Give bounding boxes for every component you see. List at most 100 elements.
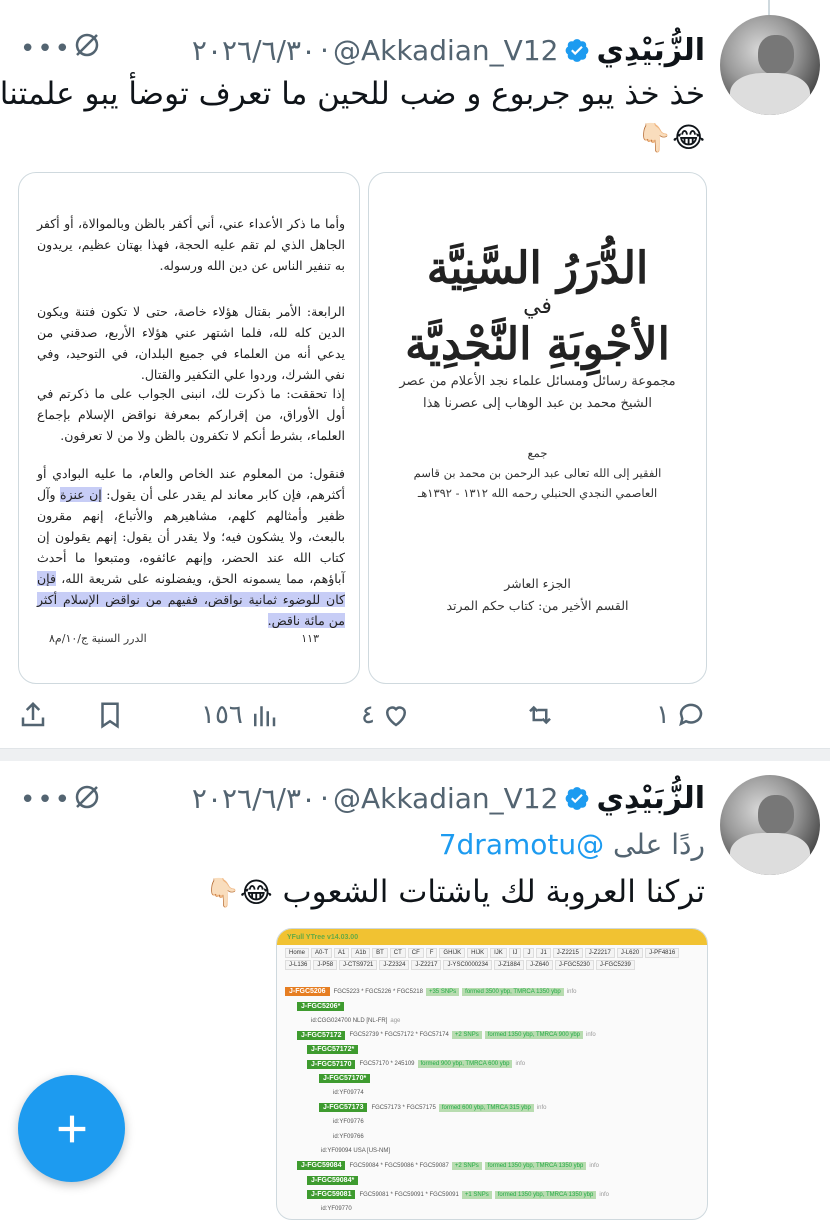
- ytree-row[interactable]: J-FGC57173 FGC57173 * FGC57175 formed 600 …: [319, 1101, 546, 1114]
- page-number: ١١٣: [301, 632, 319, 645]
- ytree-nav-item[interactable]: BT: [372, 948, 388, 958]
- user-handle[interactable]: @Akkadian_V12: [333, 782, 559, 815]
- ytree-node[interactable]: J-FGC57170: [307, 1059, 356, 1069]
- ytree-nav-item[interactable]: CT: [389, 948, 406, 958]
- ytree-row[interactable]: J-FGC5206*: [297, 1000, 345, 1013]
- compose-button[interactable]: [18, 1075, 125, 1182]
- ytree-snps: FGC59081 * FGC59091 * FGC59091: [359, 1191, 459, 1198]
- ytree-row[interactable]: id:YF09094 USA [US-NM]: [317, 1145, 390, 1158]
- ytree-node[interactable]: J-FGC57172*: [307, 1045, 359, 1054]
- ytree-row[interactable]: id:CGG024700 NLD [NL-FR] age: [307, 1014, 400, 1027]
- ytree-node[interactable]: J-FGC59081: [307, 1190, 356, 1199]
- ytree-info-link[interactable]: info: [589, 1163, 599, 1169]
- reply-icon: [679, 703, 703, 727]
- bookmark-icon: [101, 702, 119, 729]
- ytree-row[interactable]: id:YF09766: [329, 1130, 364, 1143]
- bookmark-button[interactable]: [95, 700, 125, 730]
- ytree-info-link[interactable]: info: [515, 1061, 525, 1067]
- ytree-nav-item[interactable]: J-Z640: [526, 960, 553, 970]
- share-button[interactable]: [18, 700, 48, 730]
- ytree-nav-item[interactable]: J-CTS9721: [339, 960, 378, 970]
- ytree-nav-item[interactable]: J-P58: [313, 960, 338, 970]
- ytree-info-link[interactable]: info: [599, 1192, 609, 1198]
- retweet-button[interactable]: [525, 700, 555, 730]
- ytree-info-link[interactable]: info: [567, 989, 577, 995]
- ytree-row[interactable]: J-FGC57172 FGC52739 * FGC57172 * FGC57174…: [297, 1029, 596, 1042]
- media-ytree-screenshot[interactable]: YFull YTree v14.03.00 Home A0-T A1 A1b BT CT C…: [276, 928, 708, 1220]
- ytree-row[interactable]: J-FGC59081 FGC59081 * FGC59091 * FGC59091…: [307, 1188, 609, 1201]
- ytree-nav-item[interactable]: CF: [407, 948, 424, 958]
- ytree-row[interactable]: J-FGC57172*: [307, 1043, 359, 1056]
- reply-button[interactable]: ١: [650, 700, 706, 730]
- ytree-node[interactable]: J-FGC59084: [297, 1161, 346, 1170]
- views-button[interactable]: ١٥٦: [195, 700, 279, 730]
- ytree-node[interactable]: J-FGC5206: [285, 987, 330, 996]
- ytree-row[interactable]: J-FGC59084 FGC59084 * FGC59086 * FGC59087…: [297, 1159, 599, 1172]
- ytree-nav-item[interactable]: J-Z2324: [379, 960, 410, 970]
- ytree-nav-item[interactable]: J1: [536, 948, 551, 958]
- ytree-nav-item[interactable]: J-Z1884: [494, 960, 525, 970]
- share-icon: [21, 701, 45, 727]
- mute-icon[interactable]: [72, 782, 102, 812]
- ytree-row[interactable]: J-FGC59084*: [307, 1174, 359, 1187]
- ytree-nav-item[interactable]: A1: [334, 948, 350, 958]
- ytree-nav-item[interactable]: Home: [285, 948, 310, 958]
- ytree-nav-item[interactable]: J: [523, 948, 535, 958]
- ytree-formed: formed 1350 ybp, TMRCA 900 ybp: [484, 1031, 583, 1039]
- ytree-snps: id:YF09766: [333, 1133, 364, 1140]
- ytree-row[interactable]: J-FGC57170*: [319, 1072, 371, 1085]
- tweet-2[interactable]: ٢٠٢٦/٦/٣٠ · @Akkadian_V12 الزُّبَيْدِي •…: [0, 0, 830, 1220]
- more-icon[interactable]: •••: [20, 785, 72, 815]
- ytree-node[interactable]: J-FGC5206*: [297, 1001, 345, 1011]
- tweet-actions: ١٥٦ ٤ ١: [0, 700, 830, 740]
- highlight-1: إن عنزة: [60, 487, 102, 502]
- like-button[interactable]: ٤: [355, 700, 411, 730]
- ytree-row[interactable]: J-FGC5206 FGC5223 * FGC5226 * FGC5218 +35 …: [285, 985, 576, 998]
- tweet-text-content: تركنا العروبة لك ياشتات الشعوب: [282, 874, 705, 910]
- tweet-emojis: 😂👇🏻: [205, 876, 273, 909]
- ytree-snps: id:CGG024700 NLD [NL-FR]: [311, 1017, 388, 1024]
- tweet-date[interactable]: ٢٠٢٦/٦/٣٠: [192, 782, 316, 815]
- ytree-nav-item[interactable]: J-L620: [616, 948, 644, 958]
- ytree-node[interactable]: J-FGC57172: [297, 1030, 346, 1040]
- ytree-nav-item[interactable]: GHIJK: [439, 948, 466, 958]
- ytree-nav-item[interactable]: J-Z2215: [552, 948, 583, 958]
- ytree-node[interactable]: J-FGC57173: [319, 1103, 368, 1112]
- ytree-nav-item[interactable]: F: [425, 948, 438, 958]
- ytree-node[interactable]: J-FGC59084*: [307, 1175, 359, 1185]
- ytree-snps: id:YF09774: [333, 1090, 364, 1096]
- ytree-nav-item[interactable]: A0-T: [311, 948, 333, 958]
- ytree-nav-item[interactable]: A1b: [351, 948, 371, 958]
- like-count: ٤: [361, 700, 375, 730]
- ytree-nav-item[interactable]: IJ: [508, 948, 522, 958]
- ytree-info-link[interactable]: info: [537, 1105, 547, 1111]
- ytree-nav-item[interactable]: J-YSC0000234: [443, 960, 493, 970]
- ytree-info-link[interactable]: age: [390, 1018, 400, 1024]
- ytree-nav-item[interactable]: J-FGC5230: [554, 960, 594, 970]
- ytree-info-link[interactable]: info: [586, 1032, 596, 1038]
- ytree-snps: id:YF09776: [333, 1119, 364, 1125]
- reply-context: ردًا على @7dramotu: [439, 828, 705, 861]
- ytree-node[interactable]: J-FGC57170*: [319, 1074, 371, 1083]
- ytree-row[interactable]: id:YF09774: [329, 1087, 364, 1100]
- cover-volume: الجزء العاشر: [504, 576, 571, 591]
- ytree-nav-item[interactable]: J-Z2217: [584, 948, 615, 958]
- avatar[interactable]: [720, 775, 820, 875]
- display-name[interactable]: الزُّبَيْدِي: [596, 781, 705, 816]
- ytree-nav-item[interactable]: J-Z2217: [411, 960, 442, 970]
- cover-part: الجزء العاشر القسم الأخير من: كتاب حكم ا…: [389, 573, 686, 617]
- ytree-row[interactable]: id:YF09770: [317, 1203, 352, 1216]
- ytree-nav-item[interactable]: J-PF4816: [645, 948, 680, 958]
- ytree-nav-item[interactable]: HIJK: [467, 948, 489, 958]
- ytree-nav-item[interactable]: J-FGC5239: [595, 960, 635, 970]
- ytree-row[interactable]: J-FGC57170 FGC57170 * 245109 formed 900 yb…: [307, 1058, 525, 1071]
- reply-count: ١: [656, 700, 670, 730]
- ytree-formed: formed 1350 ybp, TMRCA 1350 ybp: [494, 1190, 597, 1199]
- ytree-nav-item[interactable]: J-L136: [285, 960, 312, 970]
- reply-handle-link[interactable]: @7dramotu: [439, 828, 604, 861]
- verified-badge-icon: [566, 787, 589, 810]
- ytree-nav-item[interactable]: IJK: [490, 948, 507, 958]
- ytree-title: YFull YTree v14.03.00: [287, 933, 359, 941]
- ytree-formed: formed 600 ybp, TMRCA 315 ybp: [438, 1103, 534, 1112]
- ytree-row[interactable]: id:YF09776: [329, 1116, 364, 1129]
